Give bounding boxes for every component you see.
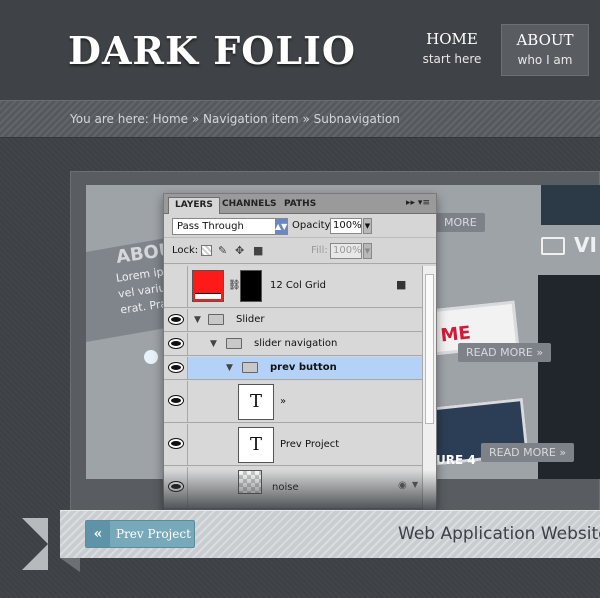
visibility-toggle[interactable] xyxy=(164,357,188,379)
lock-row: Lock: ✎ ✥ ■ Fill: 100% ▼ xyxy=(164,238,436,264)
chevron-down-icon: ▲▼ xyxy=(275,219,287,234)
prev-project-button[interactable]: « Prev Project xyxy=(85,520,195,548)
lock-all-icon[interactable]: ■ xyxy=(253,245,264,256)
blend-mode-value: Pass Through xyxy=(177,221,244,232)
expand-triangle-icon[interactable]: ▼ xyxy=(194,315,201,325)
site-logo[interactable]: DARK FOLIO xyxy=(68,28,356,73)
slide-read-more: READ MORE » xyxy=(481,443,575,462)
ribbon-tail xyxy=(22,518,48,570)
tab-paths[interactable]: PATHS xyxy=(278,197,322,214)
lock-label: Lock: xyxy=(172,245,199,256)
visibility-toggle[interactable] xyxy=(164,381,188,422)
blend-mode-select[interactable]: Pass Through ▲▼ xyxy=(172,218,288,235)
fill-input[interactable]: 100% xyxy=(330,243,362,259)
eye-icon xyxy=(169,339,183,348)
layer-name: Slider xyxy=(236,314,265,325)
layer-row[interactable]: T » xyxy=(164,381,422,423)
folder-icon xyxy=(242,362,258,373)
nav-about-title: ABOUT xyxy=(516,31,574,49)
visibility-toggle[interactable] xyxy=(164,266,188,307)
layer-name: 12 Col Grid xyxy=(270,280,326,291)
text-layer-icon: T xyxy=(238,384,274,420)
ribbon-fold xyxy=(60,558,80,572)
site-header: DARK FOLIO HOME start here ABOUT who I a… xyxy=(0,0,600,100)
layer-name: Prev Project xyxy=(280,439,340,450)
layer-row[interactable]: T Prev Project xyxy=(164,424,422,466)
prev-project-label: Prev Project xyxy=(116,527,191,541)
layer-name: slider navigation xyxy=(254,338,338,349)
eye-icon xyxy=(169,439,183,448)
layer-name: » xyxy=(280,396,287,407)
text-layer-icon: T xyxy=(238,427,274,463)
slide-vi-text: VI xyxy=(574,233,597,257)
project-title: Web Application Website xyxy=(398,524,600,544)
monitor-icon xyxy=(541,237,565,255)
nav-item-about[interactable]: ABOUT who I am xyxy=(501,24,589,76)
layer-name: prev button xyxy=(270,362,337,373)
folder-icon xyxy=(226,338,242,349)
opacity-input[interactable]: 100% xyxy=(330,218,362,234)
layers-panel: LAYERS CHANNELS PATHS ▸▸ ▾≡ Pass Through… xyxy=(163,193,437,512)
slide-dark-tile xyxy=(541,185,600,225)
eye-icon xyxy=(169,396,183,405)
panel-menu-icon[interactable]: ▸▸ ▾≡ xyxy=(406,198,430,208)
visibility-toggle[interactable] xyxy=(164,424,188,465)
opacity-label: Opacity: xyxy=(292,220,334,231)
layer-row[interactable]: ▼ Slider xyxy=(164,309,422,332)
lock-move-icon[interactable]: ✥ xyxy=(235,245,246,256)
slide-read-more: READ MORE » xyxy=(458,343,552,362)
fill-label: Fill: xyxy=(311,245,328,256)
lock-icon: ■ xyxy=(396,278,407,291)
layer-thumbnail xyxy=(192,270,224,302)
tab-layers[interactable]: LAYERS xyxy=(168,197,220,214)
chain-link-icon[interactable]: ⛓ xyxy=(228,280,241,291)
mask-thumbnail xyxy=(240,270,262,302)
double-chevron-left-icon: « xyxy=(86,521,110,547)
lightbulb-icon xyxy=(144,350,158,364)
breadcrumb-bar: You are here: Home » Navigation item » S… xyxy=(0,100,600,138)
breadcrumb[interactable]: You are here: Home » Navigation item » S… xyxy=(70,112,400,126)
folder-icon xyxy=(208,314,224,325)
panel-tabs: LAYERS CHANNELS PATHS ▸▸ ▾≡ xyxy=(164,194,436,214)
nav-item-home[interactable]: HOME start here xyxy=(408,24,496,76)
blend-row: Pass Through ▲▼ Opacity: 100% ▼ xyxy=(164,214,436,238)
expand-triangle-icon[interactable]: ▼ xyxy=(210,339,217,349)
visibility-toggle[interactable] xyxy=(164,309,188,331)
layer-row-selected[interactable]: ▼ prev button xyxy=(164,357,422,380)
nav-about-subtitle: who I am xyxy=(517,53,573,67)
lock-brush-icon[interactable]: ✎ xyxy=(218,245,229,256)
fill-slider-toggle[interactable]: ▼ xyxy=(363,243,372,259)
slide-caption: URE 4 xyxy=(436,453,476,467)
nav-home-subtitle: start here xyxy=(422,52,482,66)
eye-icon xyxy=(169,315,183,324)
slide-more-tag: MORE xyxy=(436,213,485,232)
layer-row[interactable]: ▼ slider navigation xyxy=(164,333,422,356)
tab-channels[interactable]: CHANNELS xyxy=(216,197,283,214)
layer-row[interactable]: ⛓ 12 Col Grid ■ xyxy=(164,266,422,308)
eye-icon xyxy=(169,363,183,372)
nav-home-title: HOME xyxy=(426,30,478,48)
panel-fade-overlay xyxy=(163,470,437,512)
visibility-toggle[interactable] xyxy=(164,333,188,355)
lock-transparency-icon[interactable] xyxy=(201,245,212,256)
scrollbar-thumb[interactable] xyxy=(425,274,434,424)
expand-triangle-icon[interactable]: ▼ xyxy=(226,363,233,373)
opacity-slider-toggle[interactable]: ▼ xyxy=(363,218,372,234)
